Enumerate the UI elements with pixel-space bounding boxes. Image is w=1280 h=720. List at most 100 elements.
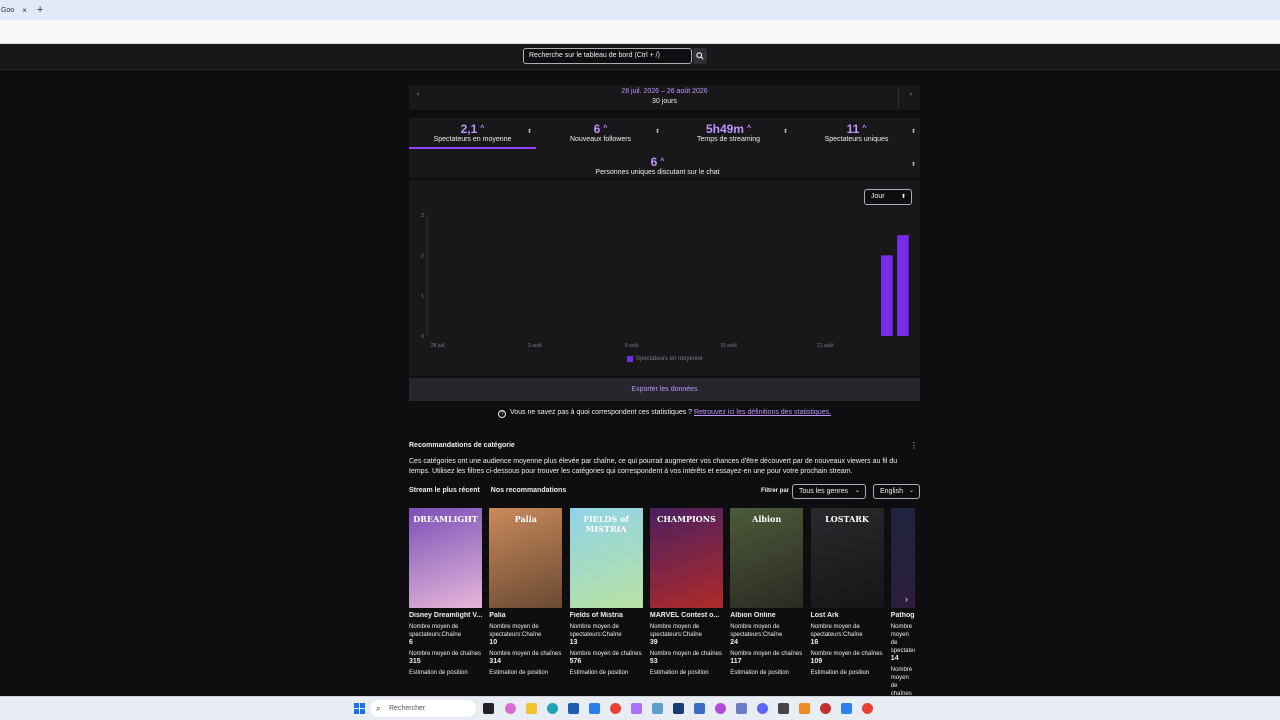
chrome-icon[interactable]	[862, 703, 873, 714]
recommendations-tabs: Stream le plus récent Nos recommandation…	[409, 487, 575, 494]
viewers-value: 10	[489, 639, 498, 646]
app-icon[interactable]	[799, 703, 810, 714]
x-tick-label: 9 août	[625, 343, 640, 349]
dashboard-search-input[interactable]: Recherche sur le tableau de bord (Ctrl +…	[523, 48, 692, 64]
date-range-text[interactable]: 28 juil. 2026 – 26 août 2026	[409, 88, 920, 95]
discord-icon[interactable]	[757, 703, 768, 714]
channels-label: Nombre moyen de chaînes	[649, 651, 722, 657]
category-cover[interactable]: CHAMPIONS	[649, 508, 723, 608]
stat-unique-chatters[interactable]: 6 ^ Personnes uniques discutant sur le ch…	[409, 151, 920, 182]
copilot-icon[interactable]	[505, 703, 516, 714]
viewers-label: Nombre moyen de spectateurs:Chaîne	[569, 624, 622, 638]
category-name[interactable]: Pathog	[891, 612, 915, 619]
app-icon[interactable]	[673, 703, 684, 714]
export-data-button[interactable]: Exporter les données	[409, 378, 920, 401]
more-options-icon[interactable]: ⋮	[910, 441, 918, 450]
y-tick-label: 3	[421, 213, 424, 219]
edge-icon[interactable]	[547, 703, 558, 714]
genre-dropdown[interactable]: Tous les genres ⌄	[792, 484, 866, 499]
stat-unique-viewers[interactable]: 11 ^ Spectateurs uniques ⬍	[793, 118, 920, 149]
category-cover[interactable]: DREAMLIGHT	[409, 508, 482, 608]
category-cover[interactable]: FIELDS of MISTRIA	[569, 508, 643, 608]
category-card[interactable]: LOSTARK Lost Ark Nombre moyen de spectateu…	[810, 508, 884, 677]
date-range-days: 30 jours	[652, 98, 677, 105]
viewers-label: Nombre moyen de spectateurs:Chaîne	[649, 624, 702, 638]
stat-label: Spectateurs uniques	[824, 136, 889, 143]
app-icon[interactable]	[694, 703, 705, 714]
category-card[interactable]: Albion Albion Online Nombre moyen de spect…	[730, 508, 804, 677]
legend-swatch	[627, 356, 633, 362]
category-card[interactable]: PAT Pathog Nombre moyen de spectateurs:Cha…	[890, 508, 915, 720]
category-card[interactable]: DREAMLIGHT Disney Dreamlight V... Nombre m…	[409, 508, 482, 677]
close-tab-icon[interactable]: ×	[22, 6, 27, 15]
stat-average-viewers[interactable]: 2,1 ^ Spectateurs en moyenne ⬍	[409, 118, 536, 149]
cover-title: PAT	[891, 514, 915, 524]
store-icon[interactable]	[568, 703, 579, 714]
y-tick-label: 2	[421, 253, 424, 259]
category-cover[interactable]: PAT	[890, 508, 915, 608]
category-name[interactable]: Albion Online	[730, 612, 803, 619]
definitions-link[interactable]: Retrouvez ici les définitions des statis…	[694, 409, 831, 416]
taskbar-search-input[interactable]: ⌕ Rechercher	[370, 700, 476, 717]
carousel-next-icon[interactable]: ›	[905, 594, 908, 604]
category-cover[interactable]: LOSTARK	[810, 508, 884, 608]
category-name[interactable]: MARVEL Contest o...	[650, 612, 723, 619]
stat-new-followers[interactable]: 6 ^ Nouveaux followers ⬍	[537, 118, 664, 149]
task-view-icon[interactable]	[483, 703, 494, 714]
twitch-icon[interactable]	[631, 703, 642, 714]
updown-chevron-icon: ⬍	[900, 194, 906, 200]
taskbar-search-placeholder: Rechercher	[389, 705, 426, 712]
category-name[interactable]: Lost Ark	[811, 612, 884, 619]
chart-bar[interactable]	[897, 235, 909, 336]
app-icon[interactable]	[841, 703, 852, 714]
category-card[interactable]: Palia Palia Nombre moyen de spectateurs:Ch…	[489, 508, 563, 677]
viewers-label: Nombre moyen de spectateurs:Chaîne	[489, 624, 542, 638]
app-icon[interactable]	[736, 703, 747, 714]
y-tick-label: 1	[421, 294, 424, 300]
filter-label: Filtrer par	[761, 488, 790, 494]
category-card[interactable]: FIELDS of MISTRIA Fields of Mistria Nombre…	[569, 508, 643, 677]
position-label: Estimation de position	[489, 670, 548, 676]
sort-icon: ⬍	[654, 129, 660, 135]
address-bar[interactable]	[0, 20, 1280, 42]
category-cover[interactable]: Albion	[730, 508, 804, 608]
stat-value: 5h49m	[705, 122, 744, 136]
y-tick-label: 0	[421, 334, 424, 340]
category-name[interactable]: Fields of Mistria	[570, 612, 643, 619]
viewers-value: 14	[890, 655, 899, 662]
app-icon[interactable]	[778, 703, 789, 714]
chart-bar[interactable]	[880, 255, 893, 336]
language-dropdown[interactable]: English ⌄	[873, 484, 920, 499]
channels-value: 117	[730, 658, 742, 665]
category-name[interactable]: Disney Dreamlight V...	[409, 612, 482, 619]
app-icon[interactable]	[652, 703, 663, 714]
chrome-icon[interactable]	[610, 703, 621, 714]
category-cover[interactable]: Palia	[489, 508, 563, 608]
windows-start-icon[interactable]	[354, 703, 365, 714]
position-label: Estimation de position	[409, 670, 468, 676]
browser-tab-strip: Goo × +	[0, 0, 1280, 20]
category-name[interactable]: Palia	[489, 612, 562, 619]
stat-value: 6	[650, 155, 658, 169]
x-tick-label: 3 août	[528, 343, 543, 349]
app-icon[interactable]	[820, 703, 831, 714]
channels-label: Nombre moyen de chaînes	[569, 651, 642, 657]
browser-tab-title[interactable]: Goo	[1, 7, 14, 14]
search-button[interactable]	[693, 48, 707, 64]
channels-value: 53	[649, 658, 658, 665]
category-card[interactable]: CHAMPIONS MARVEL Contest o... Nombre moyen…	[649, 508, 723, 677]
tab-our-recommendations[interactable]: Nos recommandations	[491, 487, 566, 494]
file-explorer-icon[interactable]	[526, 703, 537, 714]
channels-value: 576	[569, 658, 582, 665]
tab-most-recent-stream[interactable]: Stream le plus récent	[409, 487, 480, 494]
caret-up-icon: ^	[660, 158, 665, 165]
next-period-icon[interactable]: ›	[910, 91, 912, 98]
channels-label: Nombre moyen de chaînes	[409, 651, 482, 657]
app-icon[interactable]	[715, 703, 726, 714]
period-dropdown[interactable]: Jour ⬍	[864, 189, 912, 205]
channels-label: Nombre moyen de chaînes	[730, 651, 803, 657]
stat-streaming-time[interactable]: 5h49m ^ Temps de streaming ⬍	[665, 118, 792, 149]
new-tab-icon[interactable]: +	[37, 4, 43, 16]
channels-label: Nombre moyen de chaînes	[890, 667, 913, 697]
mail-icon[interactable]	[589, 703, 600, 714]
